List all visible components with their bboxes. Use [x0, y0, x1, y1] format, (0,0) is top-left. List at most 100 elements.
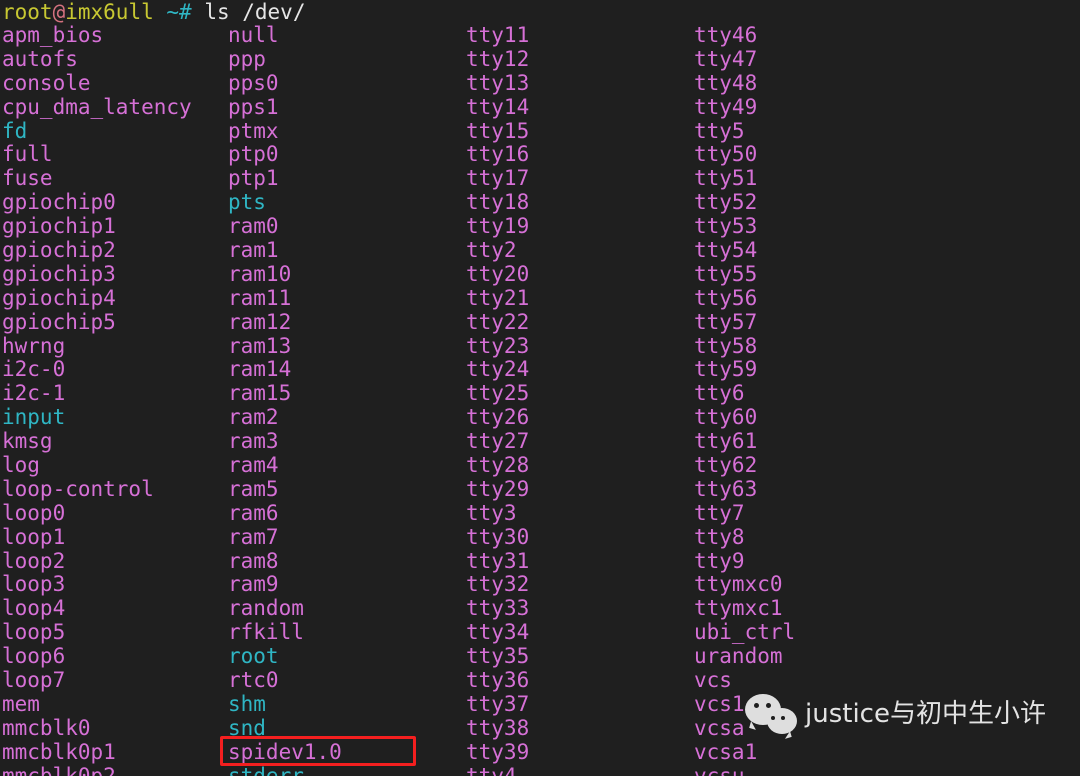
device-entry: tty11	[466, 24, 530, 47]
device-entry: tty57	[694, 309, 758, 334]
listing-column-1: apm_bios autofs console cpu_dma_latency fd fu…	[2, 24, 230, 776]
device-entry: pps1	[228, 94, 279, 119]
device-entry: tty62	[694, 453, 758, 478]
device-entry: tty61	[694, 429, 758, 454]
device-entry: log	[2, 453, 40, 478]
device-entry: tty29	[466, 476, 530, 501]
device-entry: tty15	[466, 118, 530, 143]
device-entry: tty53	[694, 214, 758, 239]
device-entry: tty9	[694, 548, 745, 573]
device-entry: tty2	[466, 238, 517, 263]
device-entry: rfkill	[228, 620, 304, 645]
device-entry: mmcblk0p2	[2, 763, 116, 776]
device-entry: tty47	[694, 46, 758, 71]
device-entry: tty30	[466, 524, 530, 549]
device-entry: pps0	[228, 70, 279, 95]
prompt-at-sign: @	[52, 0, 66, 24]
device-entry: tty51	[694, 166, 758, 191]
device-entry: loop-control	[2, 476, 154, 501]
device-entry: ram15	[228, 381, 292, 406]
device-entry: vcsa1	[694, 739, 758, 764]
device-entry: ram6	[228, 500, 279, 525]
device-entry: tty8	[694, 524, 745, 549]
device-entry: ram11	[228, 285, 292, 310]
listing-column-2: null ppp pps0 pps1 ptmx ptp0 ptp1 pts ram0 ram1 ra…	[228, 24, 456, 776]
device-entry: tty4	[466, 763, 517, 776]
device-entry: apm_bios	[2, 24, 104, 47]
device-entry: mmcblk0	[2, 715, 91, 740]
device-entry: tty27	[466, 429, 530, 454]
device-entry: tty12	[466, 46, 530, 71]
device-entry: tty14	[466, 94, 530, 119]
device-entry: tty26	[466, 405, 530, 430]
device-entry: tty49	[694, 94, 758, 119]
device-entry: ptmx	[228, 118, 279, 143]
device-entry: ram3	[228, 429, 279, 454]
device-entry: tty63	[694, 476, 758, 501]
device-entry: cpu_dma_latency	[2, 94, 192, 119]
device-entry: ram7	[228, 524, 279, 549]
device-entry: root	[228, 644, 279, 669]
device-entry: null	[228, 24, 279, 47]
device-entry: tty59	[694, 357, 758, 382]
shell-prompt-line: root@imx6ull ~# ls /dev/	[2, 0, 305, 24]
device-entry: loop1	[2, 524, 66, 549]
device-entry: snd	[228, 715, 266, 740]
terminal-window[interactable]: root@imx6ull ~# ls /dev/ apm_bios autofs c…	[0, 0, 1080, 776]
device-entry: loop5	[2, 620, 66, 645]
device-entry: ram5	[228, 476, 279, 501]
device-entry: stderr	[228, 763, 304, 776]
device-entry: autofs	[2, 46, 78, 71]
device-entry: loop4	[2, 596, 66, 621]
device-entry: tty52	[694, 190, 758, 215]
device-entry: ram0	[228, 214, 279, 239]
device-entry: ram9	[228, 572, 279, 597]
watermark: justice与初中生小许	[745, 694, 1046, 734]
device-entry: hwrng	[2, 333, 66, 358]
device-entry: tty35	[466, 644, 530, 669]
device-entry: ppp	[228, 46, 266, 71]
prompt-user: root	[2, 0, 53, 24]
wechat-icon	[745, 694, 797, 734]
device-entry: full	[2, 142, 53, 167]
device-entry: tty20	[466, 261, 530, 286]
device-entry: gpiochip2	[2, 238, 116, 263]
device-entry: tty31	[466, 548, 530, 573]
device-entry: ram4	[228, 453, 279, 478]
device-entry: pts	[228, 190, 266, 215]
device-entry: tty36	[466, 668, 530, 693]
device-entry: tty25	[466, 381, 530, 406]
device-entry: tty39	[466, 739, 530, 764]
listing-column-3: tty11 tty12 tty13 tty14 tty15 tty16 tty17 tty18…	[466, 24, 694, 776]
device-entry: urandom	[694, 644, 783, 669]
device-entry: vcsu	[694, 763, 745, 776]
device-entry: tty23	[466, 333, 530, 358]
device-entry: ptp0	[228, 142, 279, 167]
device-entry: loop0	[2, 500, 66, 525]
device-entry: ttymxc1	[694, 596, 783, 621]
device-entry: tty16	[466, 142, 530, 167]
device-entry: loop7	[2, 668, 66, 693]
device-entry: fd	[2, 118, 28, 143]
device-entry: tty22	[466, 309, 530, 334]
device-entry: console	[2, 70, 91, 95]
device-entry: tty21	[466, 285, 530, 310]
device-entry: gpiochip1	[2, 214, 116, 239]
device-entry: vcs	[694, 668, 732, 693]
device-entry: shm	[228, 691, 266, 716]
device-entry: tty32	[466, 572, 530, 597]
device-entry: tty33	[466, 596, 530, 621]
device-entry: rtc0	[228, 668, 279, 693]
device-entry: loop6	[2, 644, 66, 669]
device-entry: tty56	[694, 285, 758, 310]
device-entry: tty19	[466, 214, 530, 239]
device-entry: ram14	[228, 357, 292, 382]
device-entry: tty50	[694, 142, 758, 167]
device-entry: ram13	[228, 333, 292, 358]
device-entry: tty37	[466, 691, 530, 716]
device-entry: ptp1	[228, 166, 279, 191]
device-entry: ram8	[228, 548, 279, 573]
device-entry: kmsg	[2, 429, 53, 454]
device-entry: tty54	[694, 238, 758, 263]
device-entry: tty58	[694, 333, 758, 358]
